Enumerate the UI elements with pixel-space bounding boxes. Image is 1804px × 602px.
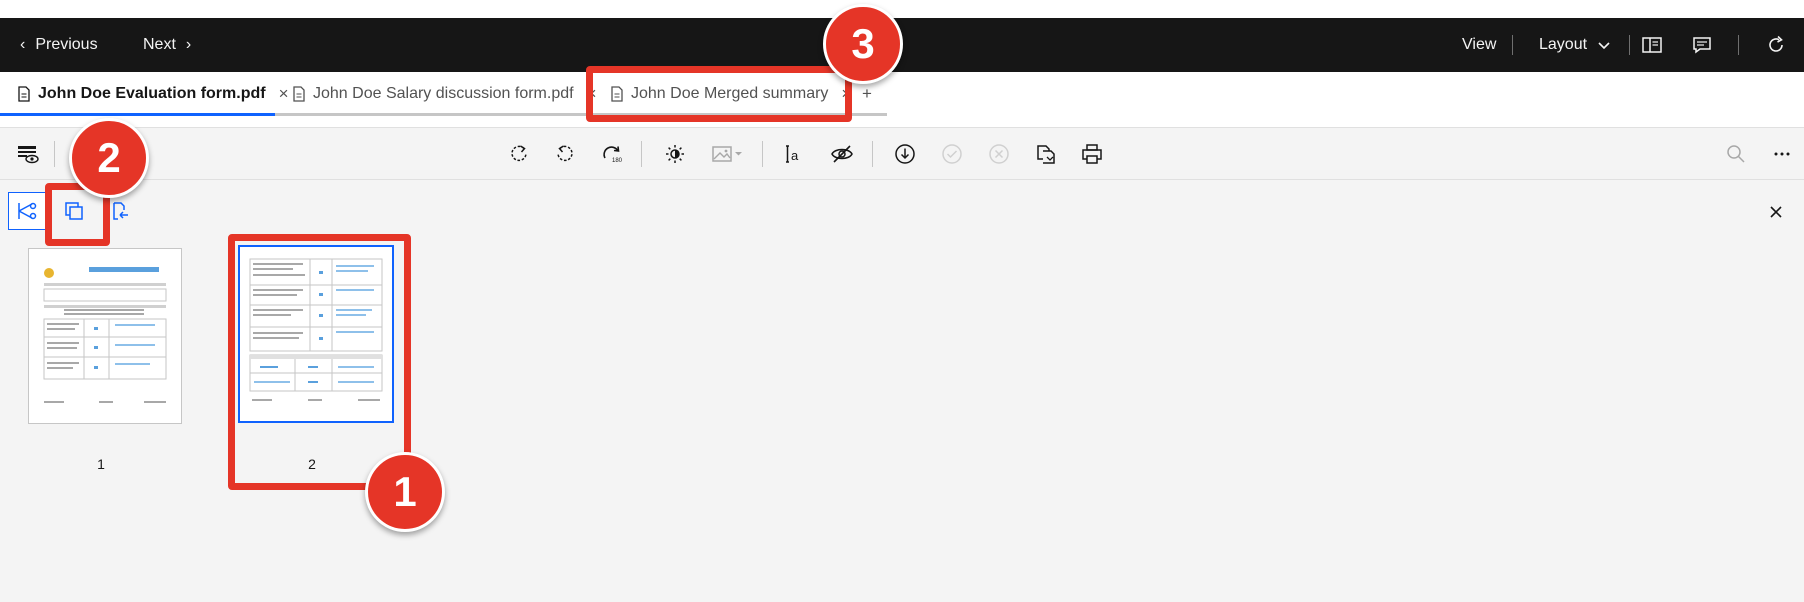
divider: [641, 141, 642, 167]
divider: [1512, 35, 1513, 55]
panel-toggle-button[interactable]: [1642, 18, 1662, 72]
search-button[interactable]: [1724, 142, 1748, 166]
previous-button[interactable]: ‹ Previous: [20, 18, 98, 72]
chevron-down-icon: [1598, 42, 1610, 50]
refresh-button[interactable]: [1766, 18, 1786, 72]
page-number: 1: [97, 456, 105, 472]
page-extract-button[interactable]: [1034, 142, 1058, 166]
view-settings-icon: [18, 146, 39, 164]
tab-label: John Doe Salary discussion form.pdf: [313, 85, 574, 102]
comment-icon: [1693, 37, 1711, 54]
page-preview-image: [43, 267, 167, 403]
refresh-icon: [1769, 35, 1783, 52]
approve-button[interactable]: [940, 142, 964, 166]
view-settings-button[interactable]: [16, 142, 40, 166]
view-menu[interactable]: View: [1462, 18, 1496, 72]
overflow-menu-button[interactable]: [1770, 142, 1794, 166]
side-panel-icon: [1642, 37, 1662, 53]
rotate-counterclockwise-button[interactable]: [553, 142, 577, 166]
document-icon: [18, 86, 30, 102]
close-icon: [1770, 206, 1782, 218]
split-icon: [18, 202, 37, 220]
layout-menu[interactable]: Layout: [1539, 18, 1611, 72]
page-insert-icon: [113, 202, 128, 220]
text-select-icon: a: [786, 145, 799, 163]
image-icon: [712, 146, 742, 162]
close-organizer-button[interactable]: [1764, 200, 1788, 224]
document-icon: [293, 86, 305, 102]
tab-underline: [275, 113, 587, 116]
next-button[interactable]: Next ›: [143, 18, 191, 72]
divider: [1629, 35, 1630, 55]
layout-label: Layout: [1539, 36, 1588, 53]
divider: [1738, 35, 1739, 55]
callout-badge-1: 1: [365, 452, 445, 532]
add-tab-label: +: [862, 84, 872, 103]
text-select-button[interactable]: a: [783, 142, 807, 166]
divider: [872, 141, 873, 167]
print-button[interactable]: [1080, 142, 1104, 166]
callout-highlight-3: [586, 66, 852, 122]
hide-icon: [831, 145, 853, 163]
svg-text:a: a: [791, 148, 799, 163]
search-icon: [1727, 145, 1745, 163]
rotate-clockwise-button[interactable]: [507, 142, 531, 166]
download-button[interactable]: [893, 142, 917, 166]
svg-text:180: 180: [612, 158, 622, 164]
callout-badge-2: 2: [69, 118, 149, 198]
divider: [762, 141, 763, 167]
page-thumbnail[interactable]: [28, 248, 182, 424]
brightness-button[interactable]: [663, 142, 687, 166]
check-circle-icon: [942, 144, 962, 164]
callout-highlight-1: [228, 234, 411, 490]
split-mode-button[interactable]: [8, 192, 46, 230]
viewer-toolbar: 180 a: [0, 128, 1804, 180]
cancel-circle-icon: [989, 144, 1009, 164]
hide-button[interactable]: [830, 142, 854, 166]
reject-button[interactable]: [987, 142, 1011, 166]
active-tab-indicator: [0, 113, 275, 116]
chevron-right-icon: ›: [185, 36, 192, 53]
page-extract-icon: [1037, 145, 1055, 164]
overflow-menu-icon: [1774, 152, 1790, 156]
print-icon: [1082, 144, 1102, 164]
image-adjust-button[interactable]: [710, 142, 746, 166]
callout-badge-3: 3: [823, 4, 903, 84]
rotate-clockwise-icon: [511, 145, 527, 162]
rotate-counterclockwise-icon: [557, 145, 573, 162]
close-tab-icon[interactable]: ×: [279, 84, 289, 104]
tab-salary-discussion-form[interactable]: John Doe Salary discussion form.pdf ×: [292, 72, 597, 116]
previous-label: Previous: [35, 36, 98, 53]
brightness-icon: [666, 145, 684, 163]
tab-label: John Doe Evaluation form.pdf: [38, 85, 266, 102]
download-icon: [895, 144, 915, 164]
document-tabs: John Doe Evaluation form.pdf × John Doe …: [0, 72, 1804, 128]
comments-button[interactable]: [1692, 18, 1712, 72]
tab-evaluation-form[interactable]: John Doe Evaluation form.pdf ×: [17, 72, 289, 116]
redo-button[interactable]: 180: [600, 142, 624, 166]
chevron-left-icon: ‹: [20, 36, 26, 53]
redo-icon: 180: [603, 146, 622, 164]
view-label: View: [1462, 36, 1497, 53]
divider: [54, 141, 55, 167]
next-label: Next: [143, 36, 176, 53]
